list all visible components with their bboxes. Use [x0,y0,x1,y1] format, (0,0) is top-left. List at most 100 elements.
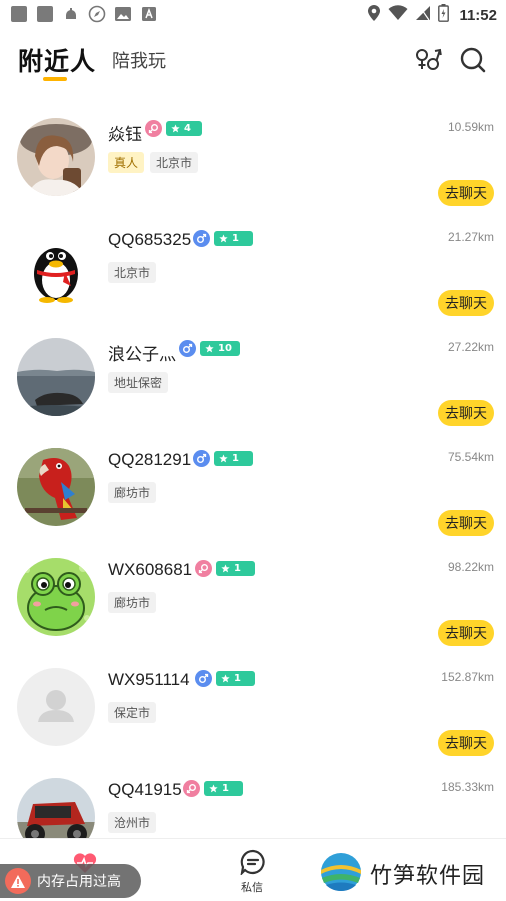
user-badges: 1 [195,560,255,577]
tab-play-with-me[interactable]: 陪我玩 [112,47,166,73]
chat-button[interactable]: 去聊天 [438,400,494,426]
level-value: 1 [232,233,239,244]
chat-button[interactable]: 去聊天 [438,510,494,536]
level-badge: 1 [204,781,243,796]
parrot-avatar[interactable] [17,448,95,526]
user-name: WX608681 [108,560,193,579]
star-icon [219,234,228,243]
male-icon [195,670,212,687]
notification-square-icon [10,5,28,23]
brand-watermark: 竹笋软件园 [320,852,485,896]
clock: 11:52 [459,6,497,24]
female-icon [145,120,162,137]
distance: 75.54km [447,450,494,464]
chat-button[interactable]: 去聊天 [438,290,494,316]
font-a-icon [140,5,158,23]
distance: 98.22km [447,560,494,574]
penguin-avatar[interactable] [17,228,95,306]
tab-nearby[interactable]: 附近人 [18,42,96,78]
level-badge: 4 [166,121,202,136]
distance: 185.33km [441,780,494,794]
star-icon [219,454,228,463]
memory-warning-toast[interactable]: 内存占用过高 [0,864,141,898]
default-person-avatar[interactable] [17,668,95,746]
level-value: 4 [184,123,191,134]
level-value: 10 [218,343,232,354]
star-icon [171,124,180,133]
female-icon [183,780,200,797]
distance: 27.22km [447,340,494,354]
chat-button[interactable]: 去聊天 [438,180,494,206]
user-name: 浪公子灬 [108,345,176,364]
level-badge: 1 [216,671,255,686]
city-tag: 北京市 [108,262,157,283]
user-name: WX951114 [108,670,190,689]
city-tag: 廊坊市 [108,592,157,613]
seascape-avatar[interactable] [17,338,95,416]
list-item[interactable]: 焱钰 4 真人 北京市 10.59km 去聊天 [0,100,506,210]
distance: 152.87km [441,670,494,684]
location-icon [367,4,381,26]
male-icon [179,340,196,357]
male-icon [193,450,210,467]
star-icon [221,674,230,683]
city-tag: 沧州市 [108,812,157,833]
verified-tag: 真人 [108,152,145,173]
user-tags: 沧州市 [108,812,157,833]
list-item[interactable]: QQ685325 1 北京市 21.27km 去聊天 [0,210,506,320]
user-badges: 10 [179,340,240,357]
compass-icon [88,5,106,23]
user-tags: 地址保密 [108,372,169,393]
frog-avatar[interactable] [17,558,95,636]
level-value: 1 [222,783,229,794]
status-bar: 11:52 [0,0,506,28]
warning-icon [5,868,31,894]
distance: 21.27km [447,230,494,244]
user-badges: 4 [145,120,202,137]
user-badges: 1 [183,780,243,797]
list-item[interactable]: WX951114 1 保定市 152.87km 去聊天 [0,650,506,760]
gender-filter-icon[interactable] [414,46,442,74]
user-badges: 1 [193,450,253,467]
user-tags: 北京市 [108,262,157,283]
list-item[interactable]: WX608681 1 廊坊市 98.22km 去聊天 [0,540,506,650]
level-badge: 1 [214,231,253,246]
brand-name: 竹笋软件园 [370,864,486,889]
distance: 10.59km [447,120,494,134]
list-item[interactable]: 浪公子灬 10 地址保密 27.22km 去聊天 [0,320,506,430]
female-icon [195,560,212,577]
level-badge: 1 [214,451,253,466]
male-icon [193,230,210,247]
top-header: 附近人 陪我玩 [0,36,506,86]
level-value: 1 [234,563,241,574]
city-tag: 廊坊市 [108,482,157,503]
city-tag: 保定市 [108,702,157,723]
search-icon[interactable] [459,46,487,74]
user-name: QQ685325 [108,230,192,249]
user-name: QQ281291 [108,450,192,469]
level-value: 1 [234,673,241,684]
list-item[interactable]: QQ281291 1 廊坊市 75.54km 去聊天 [0,430,506,540]
chat-button[interactable]: 去聊天 [438,730,494,756]
level-badge: 10 [200,341,240,356]
user-name: QQ41915 [108,780,182,799]
wifi-icon [388,5,408,25]
user-badges: 1 [193,230,253,247]
user-tags: 廊坊市 [108,592,157,613]
star-icon [209,784,218,793]
woman-photo-avatar[interactable] [17,118,95,196]
chat-button[interactable]: 去聊天 [438,620,494,646]
user-tags: 廊坊市 [108,482,157,503]
tab-active-indicator [43,77,67,81]
chat-bubble-icon[interactable] [238,849,268,879]
star-icon [221,564,230,573]
android-icon [62,5,80,23]
notification-square-icon [36,5,54,23]
user-tags: 保定市 [108,702,157,723]
level-value: 1 [232,453,239,464]
city-tag: 北京市 [150,152,199,173]
nav-label-messages[interactable]: 私信 [241,879,263,895]
user-badges: 1 [195,670,255,687]
user-tags: 真人 北京市 [108,152,199,173]
image-icon [114,5,132,23]
